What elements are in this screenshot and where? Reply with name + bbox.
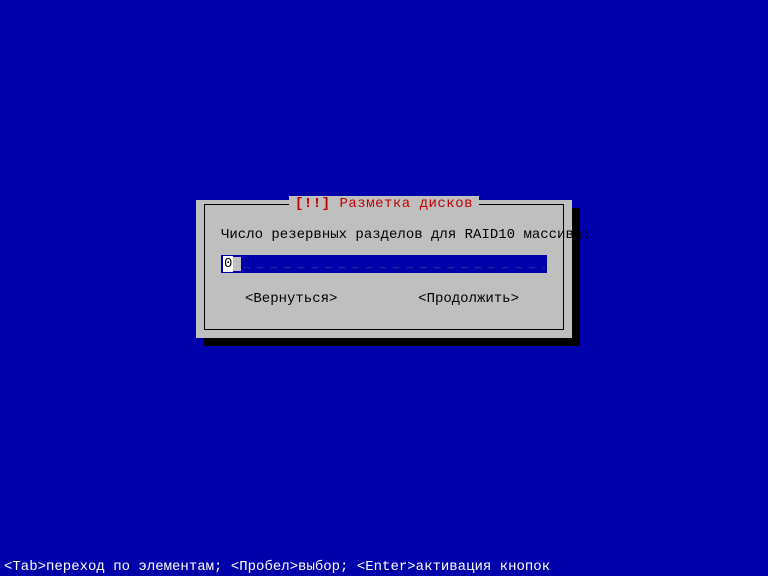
- button-row: <Вернуться> <Продолжить>: [217, 291, 551, 307]
- status-bar: <Tab>переход по элементам; <Пробел>выбор…: [0, 558, 768, 576]
- dialog-title: [!!] Разметка дисков: [289, 196, 479, 212]
- dialog-title-wrap: [!!] Разметка дисков: [205, 196, 563, 212]
- prompt-label: Число резервных разделов для RAID10 масс…: [221, 227, 547, 243]
- continue-button[interactable]: <Продолжить>: [418, 291, 519, 307]
- text-cursor: [233, 257, 241, 271]
- input-value: 0: [223, 256, 233, 272]
- dialog-title-text: Разметка дисков: [339, 196, 473, 212]
- spare-count-input[interactable]: 0 ______________________________________…: [221, 255, 547, 273]
- status-text: <Tab>переход по элементам; <Пробел>выбор…: [4, 559, 550, 575]
- dialog-panel: [!!] Разметка дисков Число резервных раз…: [196, 200, 572, 338]
- back-button[interactable]: <Вернуться>: [245, 291, 337, 307]
- input-filler: ________________________________________…: [241, 256, 545, 272]
- dialog-title-prefix: [!!]: [295, 196, 331, 212]
- dialog-frame: [!!] Разметка дисков Число резервных раз…: [204, 204, 564, 330]
